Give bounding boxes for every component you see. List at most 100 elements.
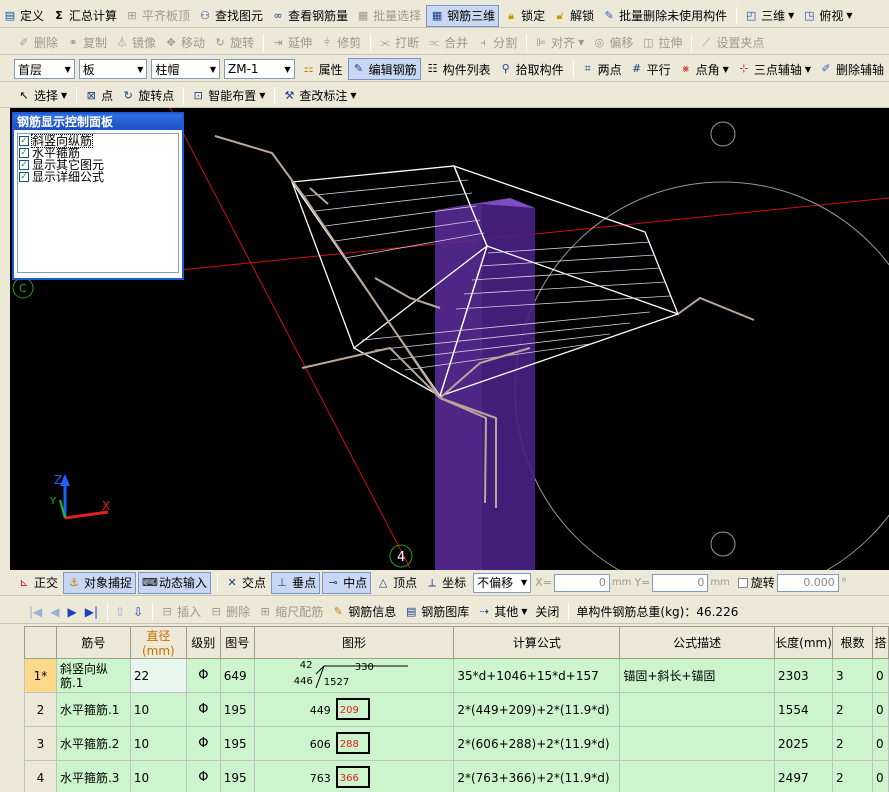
copy-button[interactable]: ⚭ 复制 (63, 32, 110, 54)
component-list-button[interactable]: ☷ 构件列表 (423, 58, 494, 80)
top-view-dropdown[interactable]: ◳ 俯视 ▼ (799, 5, 855, 27)
cell-formula[interactable]: 2*(449+209)+2*(11.9*d) (453, 692, 621, 727)
rebar-info-button[interactable]: ✎ 钢筋信息 (328, 601, 399, 623)
y-input[interactable]: 0 (652, 573, 709, 592)
cell-count[interactable]: 2 (832, 726, 873, 761)
option-show-detail-formula[interactable]: ✓ 显示详细公式 (19, 171, 177, 183)
cell-diameter[interactable]: 22 (129, 658, 187, 693)
cell-grade[interactable]: Φ (185, 726, 221, 761)
x-input[interactable]: 0 (553, 573, 610, 592)
unlock-button[interactable]: 🔓︎ 解锁 (550, 5, 597, 27)
cell-length[interactable]: 1554 (774, 692, 833, 727)
mirror-button[interactable]: ⏃ 镜像 (112, 32, 159, 54)
cell-formula[interactable]: 2*(606+288)+2*(11.9*d) (453, 726, 621, 761)
other-dropdown[interactable]: ⇢ 其他 ▼ (474, 601, 530, 623)
rotate-checkbox[interactable] (737, 577, 748, 588)
cell-lap[interactable]: 0 (871, 760, 889, 792)
last-record-button[interactable]: ▶| (82, 601, 101, 623)
delete-axis-button[interactable]: ✐ 删除辅轴 (816, 58, 887, 80)
cell-name[interactable]: 水平箍筋.1 (55, 692, 131, 727)
table-row[interactable]: 2 水平箍筋.1 10 Φ 195 449 209 2*(449+209)+2*… (24, 692, 889, 727)
delete-button[interactable]: ✐ 删除 (14, 32, 61, 54)
floor-select[interactable]: 首层 ▼ (14, 59, 75, 79)
view-rebar-quantity-button[interactable]: ∞ 查看钢筋量 (268, 5, 351, 27)
batch-delete-unused-button[interactable]: ✎ 批量删除未使用构件 (599, 5, 730, 27)
batch-select-button[interactable]: ▦ 批量选择 (353, 5, 424, 27)
col-header-lap[interactable]: 搭 (871, 626, 889, 659)
dynamic-input-toggle[interactable]: ⌨ 动态输入 (138, 571, 212, 594)
row-index[interactable]: 2 (24, 692, 57, 727)
orthogonal-toggle[interactable]: ⊾ 正交 (14, 572, 61, 594)
rotate-input[interactable]: 0.000 (776, 573, 839, 592)
cell-diameter[interactable]: 10 (129, 760, 187, 792)
checkbox-checked-icon[interactable]: ✓ (19, 160, 29, 170)
point-button[interactable]: ⊠ 点 (81, 85, 116, 107)
close-table-button[interactable]: 关闭 (532, 601, 562, 623)
row-index[interactable]: 3 (24, 726, 57, 761)
scale-rebar-button[interactable]: ⊞ 缩尺配筋 (255, 601, 326, 623)
select-dropdown[interactable]: ↖ 选择 ▼ (14, 85, 70, 107)
cell-formula-desc[interactable]: 锚固+斜长+锚固 (619, 658, 776, 693)
point-angle-dropdown[interactable]: ⨳ 点角 ▼ (676, 58, 732, 80)
move-button[interactable]: ✥ 移动 (161, 32, 208, 54)
object-snap-toggle[interactable]: ⚓ 对象捕捉 (63, 571, 137, 594)
three-point-axis-dropdown[interactable]: ⊹ 三点辅轴 ▼ (734, 58, 814, 80)
summary-calc-button[interactable]: Σ 汇总计算 (49, 5, 120, 27)
cell-grade[interactable]: Φ (185, 760, 221, 792)
3d-view-dropdown[interactable]: ◰ 三维 ▼ (741, 5, 797, 27)
cell-grade[interactable]: Φ (185, 692, 221, 727)
cell-count[interactable]: 2 (832, 692, 873, 727)
move-down-button[interactable]: ⇩ (130, 601, 146, 623)
col-header-formula-desc[interactable]: 公式描述 (619, 626, 776, 659)
rebar-3d-button[interactable]: ▦ 钢筋三维 (426, 4, 500, 27)
first-record-button[interactable]: |◀ (26, 601, 45, 623)
stretch-button[interactable]: ◫ 拉伸 (638, 32, 685, 54)
intersection-snap[interactable]: ✕ 交点 (222, 572, 269, 594)
vertex-snap[interactable]: △ 顶点 (373, 572, 420, 594)
cell-formula-desc[interactable] (619, 726, 776, 761)
col-header-figure-no[interactable]: 图号 (219, 626, 255, 659)
col-header-length[interactable]: 长度(mm) (774, 626, 833, 659)
cell-formula[interactable]: 35*d+1046+15*d+157 (453, 658, 621, 693)
rotate-button[interactable]: ↻ 旋转 (210, 32, 257, 54)
col-header-name[interactable]: 筋号 (55, 626, 131, 659)
rebar-library-button[interactable]: ▤ 钢筋图库 (401, 601, 472, 623)
offset-mode-select[interactable]: 不偏移 ▼ (473, 572, 532, 593)
define-button[interactable]: ▤ 定义 (0, 5, 47, 27)
3d-viewport[interactable]: C 4 Z X Y 钢筋显示控制面板 ✓ 斜竖向纵筋 ✓ 水平箍筋 ✓ 显示其它图元 … (10, 108, 889, 570)
cell-length[interactable]: 2025 (774, 726, 833, 761)
break-button[interactable]: ⫘ 打断 (375, 32, 422, 54)
move-up-button[interactable]: ⇧ (112, 601, 128, 623)
cell-figure-no[interactable]: 195 (219, 760, 255, 792)
split-button[interactable]: ⫞ 分割 (473, 32, 520, 54)
cell-diameter[interactable]: 10 (129, 726, 187, 761)
col-header-diameter[interactable]: 直径(mm) (129, 626, 187, 659)
offset-button[interactable]: ◎ 偏移 (589, 32, 636, 54)
cell-length[interactable]: 2497 (774, 760, 833, 792)
rotate-point-button[interactable]: ↻ 旋转点 (118, 85, 177, 107)
col-header-formula[interactable]: 计算公式 (453, 626, 621, 659)
next-record-button[interactable]: ▶ (65, 601, 80, 623)
category-select[interactable]: 板 ▼ (78, 59, 148, 79)
cell-formula-desc[interactable] (619, 760, 776, 792)
cell-lap[interactable]: 0 (871, 726, 889, 761)
find-element-button[interactable]: ⚇ 查找图元 (195, 5, 266, 27)
check-annotation-dropdown[interactable]: ⚒ 查改标注 ▼ (279, 85, 359, 107)
set-grip-button[interactable]: ⟋ 设置夹点 (696, 32, 767, 54)
merge-button[interactable]: ⫗ 合并 (424, 32, 471, 54)
checkbox-checked-icon[interactable]: ✓ (19, 148, 29, 158)
cell-shape[interactable]: 449 209 (253, 692, 455, 727)
smart-layout-dropdown[interactable]: ⊡ 智能布置 ▼ (188, 85, 268, 107)
cell-shape[interactable]: 42 330 446 1527 (253, 658, 455, 693)
table-row[interactable]: 1* 斜竖向纵筋.1 22 Φ 649 42 330 446 1527 35*d… (24, 658, 889, 693)
cell-name[interactable]: 水平箍筋.2 (55, 726, 131, 761)
cell-figure-no[interactable]: 195 (219, 692, 255, 727)
properties-button[interactable]: ⚏ 属性 (299, 58, 346, 80)
row-index[interactable]: 4 (24, 760, 57, 792)
delete-row-button[interactable]: ⊟ 删除 (206, 601, 253, 623)
cell-count[interactable]: 3 (832, 658, 873, 693)
table-row[interactable]: 4 水平箍筋.3 10 Φ 195 763 366 2*(763+366)+2*… (24, 760, 889, 792)
checkbox-checked-icon[interactable]: ✓ (19, 172, 29, 182)
cell-formula[interactable]: 2*(763+366)+2*(11.9*d) (453, 760, 621, 792)
checkbox-checked-icon[interactable]: ✓ (19, 136, 29, 146)
